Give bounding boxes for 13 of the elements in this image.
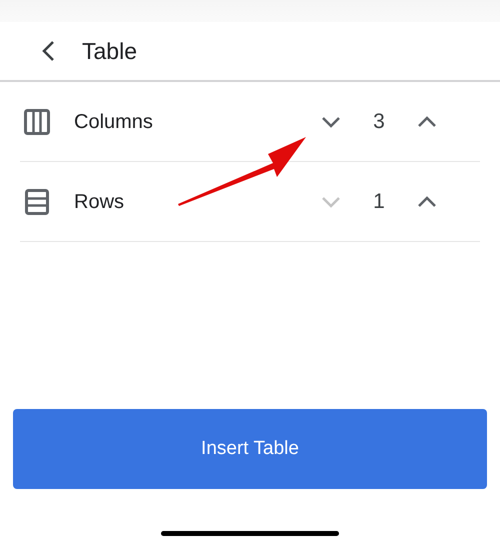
setting-label: Rows: [74, 190, 126, 214]
chevron-down-icon: [321, 196, 341, 208]
rows-icon: [24, 188, 50, 214]
back-icon: [41, 40, 55, 62]
columns-icon: [24, 108, 50, 134]
chevron-up-icon: [417, 196, 437, 208]
setting-value: 1: [372, 188, 386, 215]
setting-label: Columns: [74, 110, 154, 134]
chevron-down-icon: [321, 116, 341, 128]
insert-table-button[interactable]: Insert Table: [13, 409, 487, 489]
chevron-up-icon: [417, 116, 437, 128]
setting-value: 3: [372, 108, 386, 135]
header-title: Table: [82, 36, 137, 66]
